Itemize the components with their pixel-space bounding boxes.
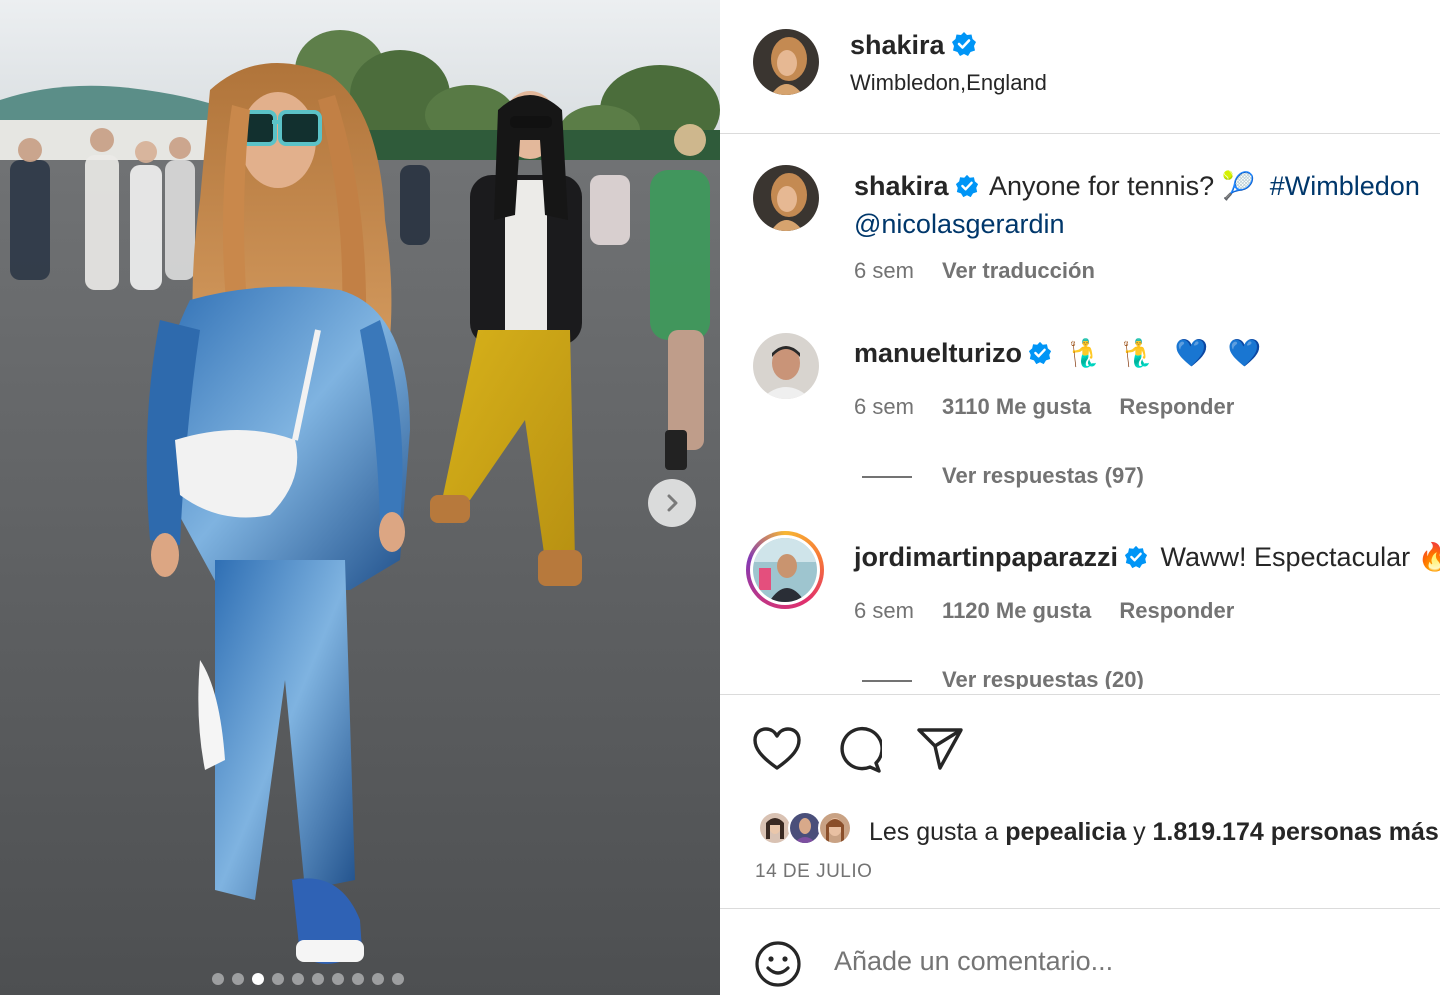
carousel-dot: [212, 973, 224, 985]
verified-badge-icon: [955, 174, 978, 198]
carousel-dot: [312, 973, 324, 985]
caption-text: Anyone for tennis? 🎾: [989, 171, 1256, 201]
share-button[interactable]: [916, 726, 964, 777]
liker-avatar: [788, 811, 822, 845]
comment-input[interactable]: [834, 946, 1394, 977]
comment-likes-count[interactable]: 1120 Me gusta: [942, 598, 1091, 623]
comment-reply-button[interactable]: Responder: [1119, 598, 1234, 623]
caption-avatar-image: [753, 165, 819, 231]
likes-summary[interactable]: Les gusta a pepealicia y 1.819.174 perso…: [869, 818, 1439, 847]
like-button[interactable]: [752, 726, 802, 777]
composer-divider: [720, 908, 1440, 909]
translate-button[interactable]: Ver traducción: [942, 258, 1095, 283]
caption-author-avatar[interactable]: [753, 165, 819, 231]
comment-avatar-image: [753, 333, 819, 399]
caption-username[interactable]: shakira: [854, 171, 949, 201]
carousel-dot: [252, 973, 264, 985]
caption-age: 6 sem: [854, 258, 914, 283]
verified-badge-icon: [1124, 545, 1148, 569]
comment-button[interactable]: [834, 726, 884, 779]
chevron-right-icon: [667, 494, 678, 512]
carousel-dot: [332, 973, 344, 985]
comment-avatar[interactable]: [753, 333, 819, 399]
view-replies-button[interactable]: Ver respuestas (97): [862, 463, 1144, 489]
verified-badge-icon: [951, 32, 976, 56]
liker-avatar: [818, 811, 852, 845]
carousel-dot: [232, 973, 244, 985]
comment-text: 🧜‍♂️ 🧜‍♂️ 💙 💙: [1068, 338, 1268, 368]
post-photo-scene: [0, 0, 720, 995]
replies-line: [862, 680, 912, 683]
carousel-indicator: [212, 973, 404, 985]
replies-line: [862, 476, 912, 479]
post-location[interactable]: Wimbledon,England: [850, 70, 1047, 96]
author-avatar-image: [753, 29, 819, 95]
author-avatar[interactable]: [753, 29, 819, 95]
comment-username[interactable]: manuelturizo: [854, 338, 1022, 368]
emoji-button[interactable]: [754, 940, 802, 993]
carousel-next-button[interactable]: [648, 479, 696, 527]
liker-avatar: [758, 811, 792, 845]
comment-text: Waww! Espectacular 🔥: [1160, 542, 1440, 572]
carousel-dot: [352, 973, 364, 985]
author-username[interactable]: shakira: [850, 30, 945, 60]
carousel-dot: [392, 973, 404, 985]
carousel-dot: [272, 973, 284, 985]
comment-age: 6 sem: [854, 598, 914, 623]
likes-prefix: Les gusta a: [869, 818, 999, 846]
carousel-dot: [372, 973, 384, 985]
carousel-dot: [292, 973, 304, 985]
likes-joiner: y: [1133, 818, 1146, 846]
post-date[interactable]: 14 DE JULIO: [755, 861, 872, 883]
verified-badge-icon: [1028, 341, 1052, 365]
comment-reply-button[interactable]: Responder: [1119, 394, 1234, 419]
post-photo[interactable]: [0, 0, 720, 995]
comment-username[interactable]: jordimartinpaparazzi: [854, 542, 1118, 572]
comment-likes-count[interactable]: 3110 Me gusta: [942, 394, 1091, 419]
comment-icon: [840, 726, 884, 773]
comments-divider: [720, 694, 1440, 695]
header-divider: [720, 133, 1440, 134]
likes-count-link[interactable]: 1.819.174 personas más: [1153, 818, 1439, 846]
comment-age: 6 sem: [854, 394, 914, 419]
heart-icon: [753, 727, 801, 770]
view-replies-label: Ver respuestas (20): [942, 667, 1144, 689]
comment-avatar-image: [753, 538, 817, 602]
emoji-icon: [755, 941, 801, 987]
likes-user-link[interactable]: pepealicia: [1005, 818, 1126, 846]
caption-hashtag-link[interactable]: #Wimbledon: [1270, 171, 1420, 201]
story-ring-avatar[interactable]: [746, 531, 824, 609]
caption-mention-link[interactable]: @nicolasgerardin: [854, 209, 1065, 240]
post-detail-panel: shakira Wimbledon,England shakira Anyone…: [720, 0, 1440, 995]
view-replies-button[interactable]: Ver respuestas (20): [862, 667, 1144, 689]
view-replies-label: Ver respuestas (97): [942, 463, 1144, 488]
send-icon: [917, 728, 963, 770]
